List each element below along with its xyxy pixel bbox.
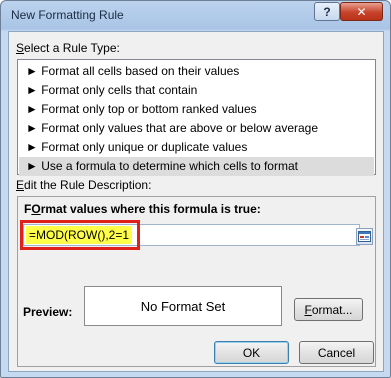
window-title: New Formatting Rule (11, 8, 124, 22)
rule-type-item[interactable]: ► Format all cells based on their values (19, 62, 374, 81)
rule-type-item[interactable]: ► Format only unique or duplicate values (19, 138, 374, 157)
collapse-dialog-button[interactable] (356, 228, 373, 245)
rule-type-list[interactable]: ► Format all cells based on their values… (17, 59, 376, 176)
rule-type-item[interactable]: ► Format only top or bottom ranked value… (19, 100, 374, 119)
title-bar: New Formatting Rule ? ✕ (1, 1, 390, 29)
dialog-body: Select a Rule Type: ► Format all cells b… (8, 31, 384, 372)
new-formatting-rule-dialog: New Formatting Rule ? ✕ Select a Rule Ty… (0, 0, 391, 378)
cancel-button[interactable]: Cancel (299, 341, 374, 364)
preview-label: Preview: (23, 305, 73, 319)
format-button[interactable]: Format... (294, 298, 363, 321)
collapse-dialog-icon (358, 231, 371, 242)
help-button[interactable]: ? (314, 2, 340, 21)
preview-box: No Format Set (84, 286, 282, 326)
rule-type-label: Select a Rule Type: (16, 41, 120, 55)
ok-button[interactable]: OK (214, 341, 289, 364)
formula-label: FOrmat values where this formula is true… (24, 202, 261, 216)
rule-type-item-selected[interactable]: ► Use a formula to determine which cells… (19, 157, 374, 176)
annotation-highlight (20, 220, 140, 250)
rule-type-item[interactable]: ► Format only cells that contain (19, 81, 374, 100)
rule-description-label: Edit the Rule Description: (16, 178, 152, 192)
close-icon: ✕ (356, 4, 367, 19)
preview-text: No Format Set (140, 298, 226, 314)
rule-type-item[interactable]: ► Format only values that are above or b… (19, 119, 374, 138)
close-button[interactable]: ✕ (340, 2, 383, 21)
